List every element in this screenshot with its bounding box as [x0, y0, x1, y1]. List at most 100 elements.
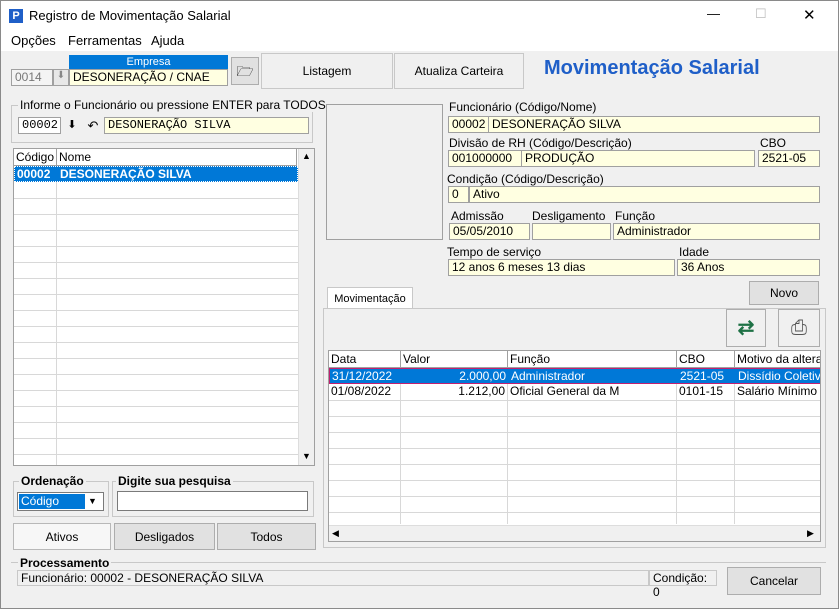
desligamento-field	[532, 223, 611, 240]
col-funcao[interactable]: Função	[508, 351, 677, 368]
open-folder-button[interactable]: 🗁	[231, 57, 259, 85]
close-button[interactable]: ✕	[803, 6, 816, 24]
divisao-code: 001000000	[448, 150, 522, 167]
row-name: DESONERAÇÃO SILVA	[60, 167, 192, 181]
ordenacao-select[interactable]: Código ▼	[17, 492, 104, 511]
idade-field: 36 Anos	[677, 259, 820, 276]
employee-code-input[interactable]: 00002	[18, 117, 61, 134]
funcionario-code: 00002	[448, 116, 489, 133]
title-bar: P Registro de Movimentação Salarial — ☐ …	[1, 1, 838, 31]
chevron-down-icon[interactable]: ▼	[88, 494, 97, 509]
cbo-label: CBO	[760, 136, 787, 150]
mov-row-valor: 1.212,00	[458, 384, 505, 398]
scroll-left-icon[interactable]: ◀	[332, 528, 339, 539]
search-legend: Informe o Funcionário ou pressione ENTER…	[18, 98, 328, 112]
admissao-field: 05/05/2010	[449, 223, 530, 240]
pesquisa-legend: Digite sua pesquisa	[116, 474, 233, 488]
main-window: P Registro de Movimentação Salarial — ☐ …	[0, 0, 839, 609]
menu-bar: Opções Ferramentas Ajuda	[1, 31, 838, 51]
condicao-label: Condição (Código/Descrição)	[447, 172, 604, 186]
tab-ativos-label: Ativos	[45, 530, 79, 544]
tempo-field: 12 anos 6 meses 13 dias	[448, 259, 675, 276]
list-scrollbar[interactable]: ▲ ▼	[298, 149, 314, 465]
scroll-right-icon[interactable]: ▶	[807, 528, 814, 539]
condicao-code: 0	[448, 186, 469, 203]
atualiza-carteira-button[interactable]: Atualiza Carteira	[394, 53, 524, 89]
col-cbo[interactable]: CBO	[677, 351, 735, 368]
ordenacao-legend: Ordenação	[19, 474, 86, 488]
scroll-down-icon[interactable]: ▼	[302, 451, 311, 461]
page-title: Movimentação Salarial	[544, 57, 760, 79]
mov-row-data: 01/08/2022	[331, 384, 392, 398]
tab-movimentacao-label: Movimentação	[334, 293, 406, 305]
undo-icon[interactable]: ↶	[84, 117, 102, 134]
mov-row-data: 31/12/2022	[332, 369, 393, 383]
empresa-label: Empresa	[69, 55, 228, 69]
app-icon: P	[9, 9, 23, 23]
tab-todos-label: Todos	[250, 530, 283, 544]
divisao-desc: PRODUÇÃO	[521, 150, 755, 167]
mov-row-motivo: Dissídio Coletivo	[738, 369, 821, 383]
menu-opcoes[interactable]: Opções	[11, 33, 56, 48]
funcionario-label: Funcionário (Código/Nome)	[449, 100, 597, 114]
mov-row-selected[interactable]: 31/12/2022 2.000,00 Administrador 2521-0…	[329, 368, 821, 384]
pesquisa-input[interactable]	[117, 491, 308, 511]
idade-label: Idade	[679, 245, 710, 259]
cancelar-button[interactable]: Cancelar	[727, 567, 821, 595]
empresa-name-field[interactable]: DESONERAÇÃO / CNAE	[69, 69, 228, 86]
tab-ativos[interactable]: Ativos	[13, 523, 111, 550]
mov-hscrollbar[interactable]: ◀ ▶	[329, 525, 820, 541]
employee-list[interactable]: Código Nome 00002 DESONERAÇÃO SILVA ▲ ▼	[13, 148, 315, 466]
mov-row-valor: 2.000,00	[459, 369, 506, 383]
photo-box	[326, 104, 443, 240]
status-field: Funcionário: 00002 - DESONERAÇÃO SILVA	[17, 570, 649, 586]
tab-desligados-label: Desligados	[134, 530, 195, 544]
mov-row-funcao: Administrador	[511, 369, 586, 383]
scroll-up-icon[interactable]: ▲	[302, 151, 311, 161]
divisao-label: Divisão de RH (Código/Descrição)	[449, 136, 632, 150]
admissao-label: Admissão	[451, 209, 504, 223]
movimentacao-grid[interactable]: Data Valor Função CBO Motivo da altera 3…	[328, 350, 821, 542]
menu-ajuda[interactable]: Ajuda	[151, 33, 184, 48]
ordenacao-value: Código	[19, 494, 85, 509]
status-text: Funcionário: 00002 - DESONERAÇÃO SILVA	[21, 571, 264, 585]
condicao-desc: Ativo	[469, 186, 820, 203]
mov-row[interactable]: 01/08/2022 1.212,00 Oficial General da M…	[329, 384, 820, 400]
mov-row-motivo: Salário Mínimo	[737, 384, 818, 398]
funcionario-name: DESONERAÇÃO SILVA	[488, 116, 820, 133]
window-title: Registro de Movimentação Salarial	[29, 8, 231, 23]
excel-export-icon[interactable]: ⇄	[726, 309, 766, 347]
tab-desligados[interactable]: Desligados	[114, 523, 215, 550]
mov-row-cbo: 0101-15	[679, 384, 724, 398]
cbo-field: 2521-05	[758, 150, 820, 167]
novo-label: Novo	[769, 286, 798, 300]
download-icon[interactable]: ⬇	[63, 117, 81, 134]
row-code: 00002	[17, 167, 51, 181]
condicao-status-text: Condição: 0	[653, 571, 708, 599]
col-codigo[interactable]: Código	[14, 149, 57, 166]
mov-row-funcao: Oficial General da M	[510, 384, 620, 398]
mov-row-cbo: 2521-05	[680, 369, 725, 383]
employee-row-selected[interactable]: 00002 DESONERAÇÃO SILVA	[14, 166, 298, 182]
maximize-button[interactable]: ☐	[755, 6, 767, 22]
col-motivo[interactable]: Motivo da altera	[735, 351, 820, 368]
employee-name-field: DESONERAÇÃO SILVA	[104, 117, 309, 134]
funcao-label: Função	[615, 209, 656, 223]
minimize-button[interactable]: —	[707, 6, 720, 21]
menu-ferramentas[interactable]: Ferramentas	[68, 33, 142, 48]
printer-icon[interactable]: ⎙	[778, 309, 820, 347]
col-nome[interactable]: Nome	[57, 149, 297, 166]
col-data[interactable]: Data	[329, 351, 401, 368]
listagem-button[interactable]: Listagem	[261, 53, 393, 89]
col-valor[interactable]: Valor	[401, 351, 508, 368]
listagem-label: Listagem	[302, 64, 352, 78]
tab-movimentacao[interactable]: Movimentação	[327, 287, 413, 309]
novo-button[interactable]: Novo	[749, 281, 819, 305]
processamento-separator	[11, 562, 826, 563]
cancelar-label: Cancelar	[749, 574, 799, 588]
tab-todos[interactable]: Todos	[217, 523, 316, 550]
empresa-lookup-button[interactable]: ⬇	[53, 69, 69, 86]
condicao-status-field: Condição: 0	[649, 570, 717, 599]
processamento-legend: Processamento	[18, 556, 112, 570]
empresa-code-field[interactable]: 0014	[11, 69, 53, 86]
